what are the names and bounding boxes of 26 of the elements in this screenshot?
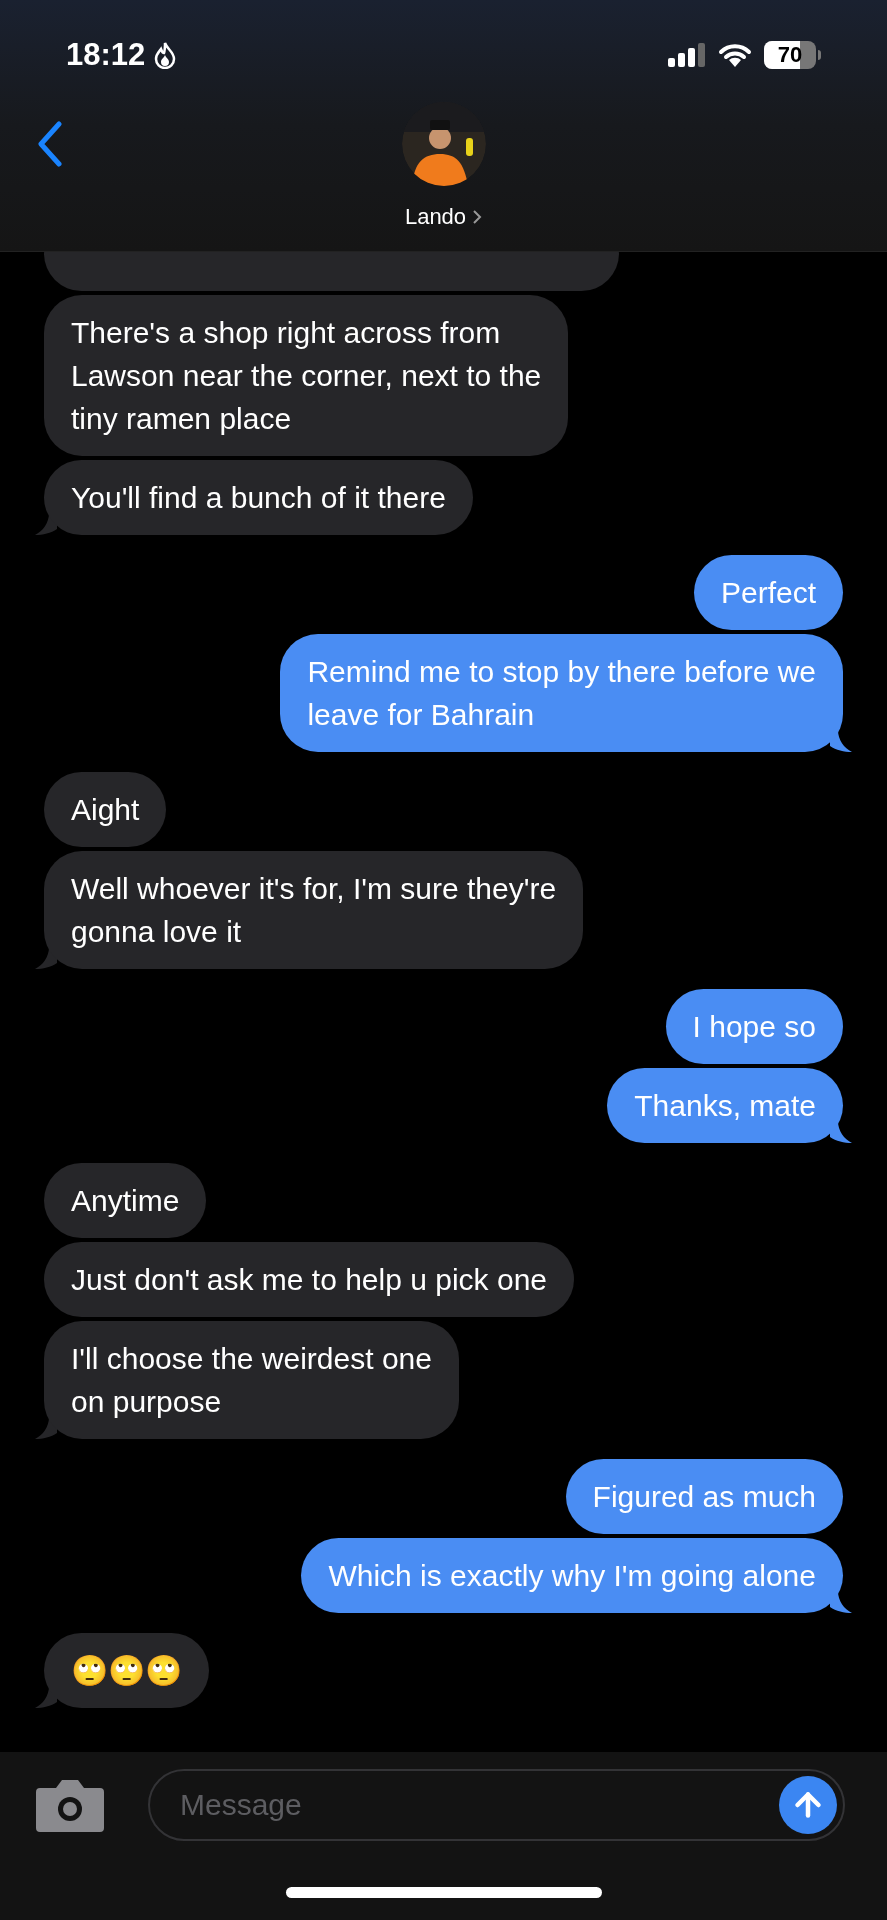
- message-bubble: I hope so: [665, 989, 843, 1064]
- message-bubble: Which is exactly why I'm going alone: [301, 1538, 843, 1613]
- message-bubble: Anytime: [44, 1163, 207, 1238]
- message-bubble: Remind me to stop by there before we leave for Bahrain: [280, 634, 843, 752]
- message-field[interactable]: Message: [148, 1769, 845, 1841]
- message-bubble: Just don't ask me to help u pick one: [44, 1242, 574, 1317]
- avatar[interactable]: [401, 102, 486, 186]
- contact-name[interactable]: Lando: [404, 200, 467, 233]
- camera-icon[interactable]: [36, 1778, 104, 1832]
- message-bubble: You'll find a bunch of it there: [44, 460, 473, 535]
- signal-icon: [668, 43, 706, 67]
- message-bubble: Thanks, mate: [607, 1068, 843, 1143]
- message-bubble: 🙄🙄🙄: [44, 1633, 209, 1708]
- send-button[interactable]: [779, 1776, 837, 1834]
- message-bubble: Figured as much: [565, 1459, 843, 1534]
- message-bubble: I'll choose the weirdest one on purpose: [44, 1321, 459, 1439]
- chevron-right-icon: [472, 208, 483, 225]
- message-bubble: Perfect: [693, 555, 843, 630]
- wifi-icon: [718, 43, 752, 67]
- message-input[interactable]: Message: [180, 1771, 779, 1839]
- battery-icon: 70: [764, 41, 816, 69]
- message-bubble: Well whoever it's for, I'm sure they're gonna love it: [44, 851, 584, 969]
- status-time: 18:12: [66, 35, 146, 74]
- flame-icon: [153, 41, 178, 69]
- message-bubble: There's a shop right across from Lawson near the corner, next to the tiny ramen place: [44, 295, 569, 456]
- message-bubble: Aight: [44, 772, 167, 847]
